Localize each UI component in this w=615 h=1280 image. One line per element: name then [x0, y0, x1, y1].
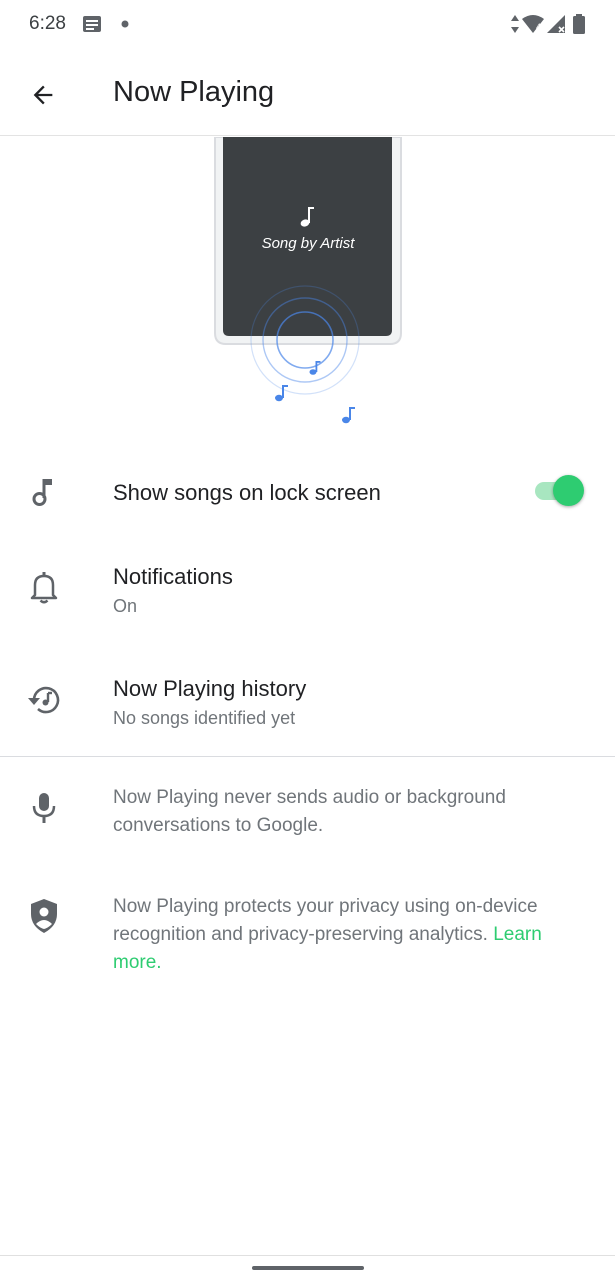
music-note-icon	[24, 472, 64, 512]
mic-icon	[24, 788, 64, 828]
notifications-label: Notifications	[113, 564, 233, 589]
privacy-info-paragraph: Now Playing protects your privacy using …	[113, 893, 583, 977]
wifi-badge-text: 4	[536, 22, 541, 32]
history-value: No songs identified yet	[113, 708, 296, 728]
status-bar: 6:28 4	[0, 0, 615, 50]
audio-info-text: Now Playing never sends audio or backgro…	[113, 787, 506, 836]
bottom-divider	[0, 1255, 615, 1256]
toggle-thumb	[553, 475, 584, 506]
arrow-back-icon	[33, 85, 53, 105]
wifi-icon: 4	[522, 15, 544, 33]
back-button[interactable]	[20, 72, 66, 118]
status-time: 6:28	[29, 13, 66, 34]
bell-icon	[24, 568, 64, 608]
history-icon	[24, 680, 64, 720]
gesture-nav-handle[interactable]	[252, 1266, 364, 1270]
lock-screen-label: Show songs on lock screen	[113, 480, 381, 505]
cell-signal-icon	[547, 15, 565, 33]
floating-note-icon-3	[342, 407, 355, 424]
message-icon	[83, 16, 101, 32]
notifications-setting[interactable]: Notifications On	[0, 548, 615, 636]
song-by-artist-text: Song by Artist	[262, 235, 356, 252]
battery-icon	[573, 14, 585, 34]
status-left-icons	[82, 14, 142, 41]
history-setting[interactable]: Now Playing history No songs identified …	[0, 660, 615, 748]
history-label: Now Playing history	[113, 676, 307, 701]
dot-icon	[121, 20, 129, 28]
shield-person-icon	[24, 896, 64, 936]
lock-screen-setting[interactable]: Show songs on lock screen	[0, 458, 615, 526]
page-title: Now Playing	[113, 76, 275, 108]
audio-info: Now Playing never sends audio or backgro…	[0, 780, 615, 860]
lock-screen-toggle[interactable]	[531, 473, 587, 507]
section-divider	[0, 756, 615, 757]
app-bar: Now Playing	[0, 50, 615, 136]
now-playing-illustration: Song by Artist	[0, 136, 615, 437]
notifications-value: On	[113, 596, 138, 616]
privacy-info: Now Playing protects your privacy using …	[0, 890, 615, 990]
status-right-icons: 4	[511, 14, 589, 41]
floating-note-icon-2	[275, 385, 288, 402]
data-arrows-icon	[511, 15, 519, 33]
privacy-info-text: Now Playing protects your privacy using …	[113, 896, 538, 945]
